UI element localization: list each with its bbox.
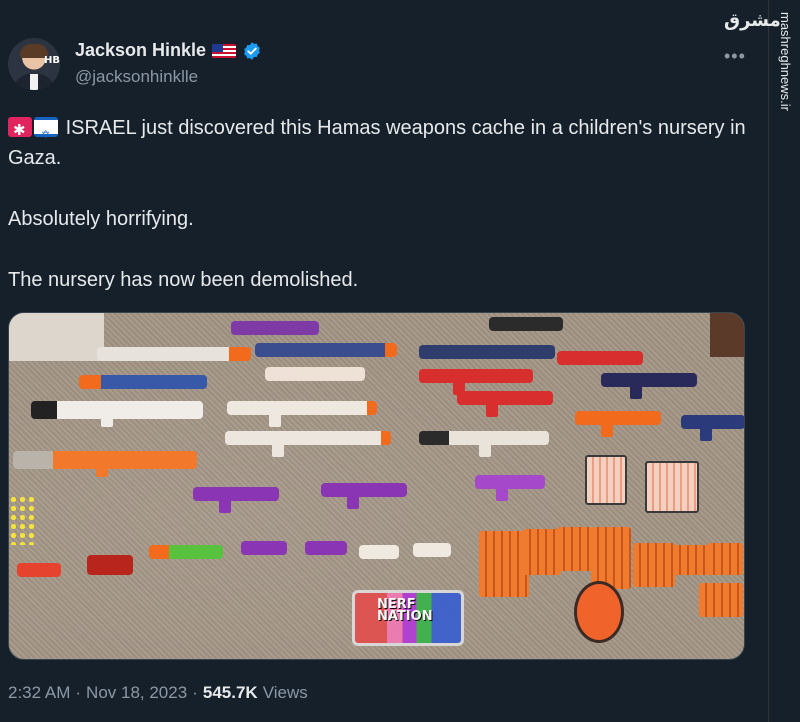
toy-blaster: [575, 411, 661, 437]
tweet-text: ISRAEL just discovered this Hamas weapon…: [8, 113, 748, 295]
toy-blaster: [489, 317, 563, 331]
toy-pistol: [305, 541, 347, 555]
toy-magazine: [699, 583, 743, 617]
photo-door: [710, 313, 744, 357]
meta-separator: ·: [192, 683, 198, 702]
toy-blaster: [419, 345, 555, 359]
tweet-card: HB Jackson Hinkle @jacksonhinklle ••• IS…: [0, 0, 768, 722]
avatar-shirt: [30, 74, 38, 90]
tweet-time[interactable]: 2:32 AM: [8, 683, 70, 703]
dart-box: NERF NATION: [352, 590, 464, 646]
toy-magazine: [585, 455, 627, 505]
watermark-logo: مشرق: [724, 10, 781, 31]
toy-blaster: [601, 373, 697, 399]
photo-wall: [9, 313, 104, 361]
foam-balls: [9, 495, 35, 545]
author-display-name[interactable]: Jackson Hinkle: [75, 40, 206, 61]
toy-magazine: [523, 529, 561, 575]
toy-blaster: [557, 351, 643, 365]
tweet-line-1-text: ISRAEL just discovered this Hamas weapon…: [8, 117, 746, 169]
toy-blaster: [265, 367, 365, 381]
toy-magazine: [479, 531, 529, 597]
watermark-site: mashreghnews.ir: [778, 12, 793, 111]
toy-pistol: [241, 541, 287, 555]
toy-magazine: [707, 543, 743, 575]
tweet-meta: 2:32 AM · Nov 18, 2023 · 545.7K Views: [8, 683, 308, 703]
toy-blaster: [227, 401, 377, 427]
toy-pistol: [149, 545, 223, 559]
toy-blaster: [97, 347, 251, 361]
tweet-line-1: ISRAEL just discovered this Hamas weapon…: [8, 113, 748, 173]
tweet-line-2: Absolutely horrifying.: [8, 208, 194, 230]
toy-blaster: [419, 369, 533, 395]
author-avatar[interactable]: HB: [8, 38, 60, 90]
toy-magazine: [557, 527, 593, 571]
more-options-icon[interactable]: •••: [724, 46, 746, 67]
author-handle[interactable]: @jacksonhinklle: [75, 67, 198, 87]
toy-magazine: [591, 527, 631, 589]
meta-separator: ·: [75, 683, 82, 702]
toy-blaster: [681, 415, 744, 441]
toy-magazine: [673, 545, 709, 575]
toy-blaster: [31, 401, 203, 427]
toy-pistol: [413, 543, 451, 557]
toy-blaster: [193, 487, 279, 513]
toy-blaster: [321, 483, 407, 509]
dart-box-label: NERF NATION: [377, 597, 433, 624]
drum-magazine: [574, 581, 624, 643]
toy-blaster: [255, 343, 397, 357]
toy-magazine: [645, 461, 699, 513]
views-label: Views: [262, 683, 308, 702]
siren-icon: [8, 116, 32, 146]
tweet-photo[interactable]: NERF NATION: [8, 312, 745, 660]
toy-blaster: [475, 475, 545, 501]
toy-blaster: [79, 375, 207, 389]
toy-pistol: [17, 563, 61, 577]
us-flag-icon: [212, 43, 237, 58]
toy-magazine: [633, 543, 675, 587]
tweet-line-3: The nursery has now been demolished.: [8, 269, 359, 291]
toy-blaster: [457, 391, 553, 417]
toy-blaster: [231, 321, 319, 335]
verified-badge-icon: [244, 41, 260, 60]
toy-blaster: [419, 431, 549, 457]
toy-blaster: [225, 431, 391, 457]
toy-pistol: [87, 555, 133, 575]
israel-flag-icon: [34, 117, 58, 150]
author-name-row: Jackson Hinkle: [75, 40, 262, 61]
tweet-date[interactable]: Nov 18, 2023: [86, 683, 187, 703]
views-count: 545.7K: [202, 683, 258, 702]
avatar-monogram: HB: [44, 55, 60, 66]
toy-pistol: [359, 545, 399, 559]
toy-blaster: [13, 451, 197, 477]
